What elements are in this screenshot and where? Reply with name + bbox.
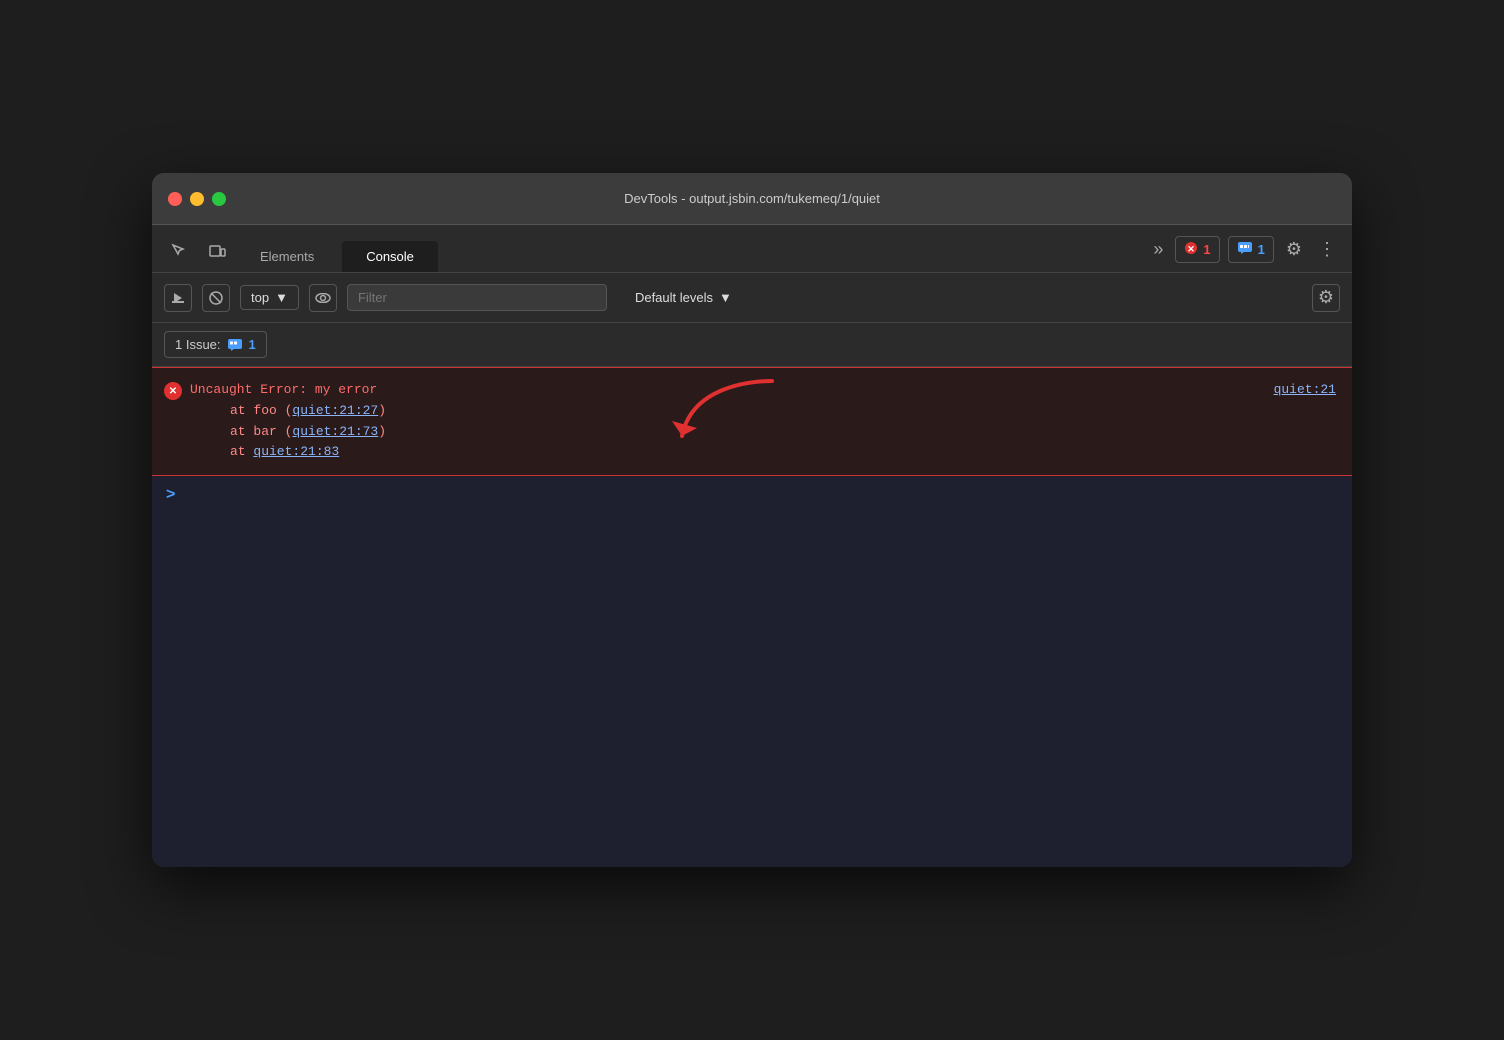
title-bar: DevTools - output.jsbin.com/tukemeq/1/qu… (152, 173, 1352, 225)
toolbar-settings-icon[interactable]: ⚙ (1312, 284, 1340, 312)
context-selector[interactable]: top ▼ (240, 285, 299, 310)
traffic-lights (168, 192, 226, 206)
clear-icon[interactable] (202, 284, 230, 312)
console-toolbar: top ▼ Default levels ▼ ⚙ (152, 273, 1352, 323)
filter-input[interactable] (347, 284, 607, 311)
maximize-button[interactable] (212, 192, 226, 206)
error-link-root[interactable]: quiet:21:83 (253, 444, 339, 459)
error-link-bar[interactable]: quiet:21:73 (292, 424, 378, 439)
tab-bar-left (164, 238, 232, 272)
error-row-left: Uncaught Error: my error at foo (quiet:2… (164, 380, 386, 463)
error-count: 1 (1203, 242, 1210, 257)
levels-chevron-icon: ▼ (719, 290, 732, 305)
execute-icon[interactable] (164, 284, 192, 312)
error-badge-button[interactable]: ✕ 1 (1175, 236, 1219, 263)
error-circle-icon (164, 382, 182, 400)
devtools-window: DevTools - output.jsbin.com/tukemeq/1/qu… (152, 173, 1352, 867)
error-icon-badge: ✕ (1184, 241, 1198, 258)
console-content: Uncaught Error: my error at foo (quiet:2… (152, 367, 1352, 867)
console-prompt-row[interactable]: > (152, 476, 1352, 514)
context-chevron-icon: ▼ (275, 290, 288, 305)
error-main-text: Uncaught Error: my error (190, 380, 386, 401)
tab-bar-right: » ✕ 1 (1149, 235, 1340, 272)
device-toggle-icon[interactable] (202, 238, 232, 264)
arrow-annotation (672, 376, 792, 461)
error-text-block: Uncaught Error: my error at foo (quiet:2… (190, 380, 386, 463)
issues-label: 1 Issue: (175, 337, 221, 352)
minimize-button[interactable] (190, 192, 204, 206)
error-link-foo[interactable]: quiet:21:27 (292, 403, 378, 418)
error-stack-line1: at foo (quiet:21:27) (190, 401, 386, 422)
svg-text:✕: ✕ (1188, 244, 1196, 254)
error-stack-line2: at bar (quiet:21:73) (190, 422, 386, 443)
chat-count: 1 (1258, 242, 1265, 257)
tab-bar: Elements Console » ✕ 1 (152, 225, 1352, 273)
tab-elements[interactable]: Elements (236, 241, 338, 272)
error-location-link[interactable]: quiet:21 (1274, 382, 1336, 397)
inspect-icon[interactable] (164, 238, 194, 264)
issues-count: 1 (249, 337, 256, 352)
more-options-icon[interactable]: ⋮ (1314, 235, 1340, 264)
error-stack-line3: at quiet:21:83 (190, 442, 386, 463)
chat-icon-badge (1237, 241, 1253, 258)
settings-icon[interactable]: ⚙ (1282, 235, 1306, 264)
levels-selector[interactable]: Default levels ▼ (625, 286, 742, 309)
tab-console[interactable]: Console (342, 241, 438, 272)
context-label: top (251, 290, 269, 305)
levels-label: Default levels (635, 290, 713, 305)
prompt-chevron-icon: > (166, 486, 175, 504)
eye-icon[interactable] (309, 284, 337, 312)
issues-bar: 1 Issue: 1 (152, 323, 1352, 367)
error-row: Uncaught Error: my error at foo (quiet:2… (152, 367, 1352, 476)
issues-badge-button[interactable]: 1 (1228, 236, 1274, 263)
close-button[interactable] (168, 192, 182, 206)
issues-badge[interactable]: 1 Issue: 1 (164, 331, 267, 358)
window-title: DevTools - output.jsbin.com/tukemeq/1/qu… (624, 191, 880, 206)
more-tabs-button[interactable]: » (1149, 235, 1167, 264)
